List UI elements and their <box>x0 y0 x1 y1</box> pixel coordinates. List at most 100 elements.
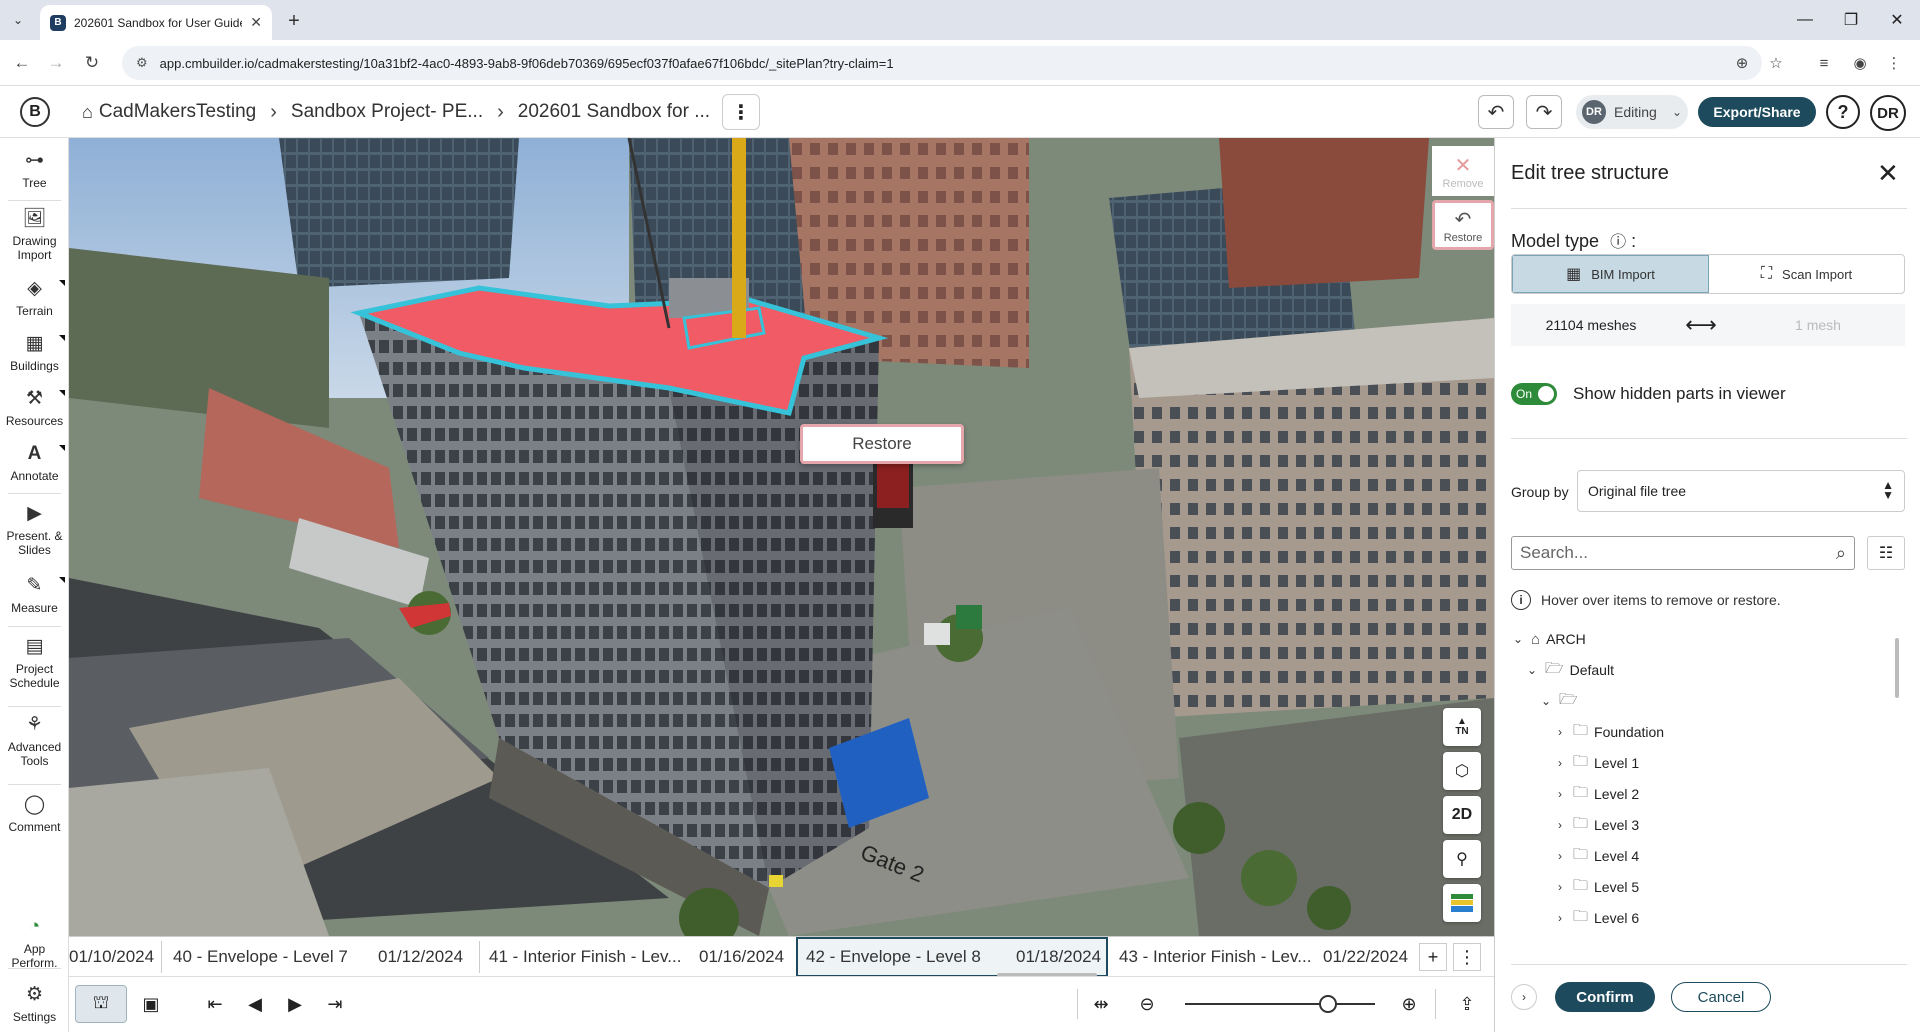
group-by-select[interactable]: Original file tree ▲ ▼ <box>1577 470 1905 512</box>
timeline-add-button[interactable]: + <box>1419 943 1447 971</box>
chevron-right-icon[interactable]: › <box>1553 911 1567 925</box>
zoom-out-button[interactable]: ⊖ <box>1127 985 1167 1023</box>
sidebar-item-resources[interactable]: ⚒ Resources <box>0 388 69 428</box>
bookmark-star-icon[interactable]: ☆ <box>1764 51 1788 75</box>
zoom-page-icon[interactable]: ⊕ <box>1730 51 1754 75</box>
cancel-button[interactable]: Cancel <box>1671 982 1771 1012</box>
breadcrumb-org[interactable]: CadMakersTesting <box>99 101 256 123</box>
timeline-item[interactable]: 41 - Interior Finish - Lev... 01/16/2024 <box>489 937 789 976</box>
upload-button[interactable]: ⇪ <box>1447 985 1487 1023</box>
profile-icon[interactable]: ◉ <box>1848 51 1872 75</box>
restore-tool-button[interactable]: ↶ Restore <box>1432 200 1494 250</box>
chevron-down-icon[interactable]: ⌄ <box>1525 663 1539 677</box>
chevron-right-icon[interactable]: › <box>1553 849 1567 863</box>
user-avatar[interactable]: DR <box>1870 95 1906 131</box>
tree-item-level-3[interactable]: › 🗀 Level 3 <box>1553 812 1639 838</box>
mode-2d-button[interactable]: 2D <box>1443 796 1481 834</box>
step-back-button[interactable]: ◀ <box>235 985 275 1023</box>
more-options-button[interactable]: ⋮ <box>722 94 760 130</box>
tree-scrollbar[interactable] <box>1895 628 1900 938</box>
breadcrumb-project[interactable]: Sandbox Project- PE... <box>291 101 483 123</box>
browser-tab[interactable]: B 202601 Sandbox for User Guide ✕ <box>40 5 272 40</box>
reload-icon[interactable]: ↻ <box>80 51 104 75</box>
media-icon[interactable]: ≡ <box>1812 51 1836 75</box>
chevron-down-icon[interactable]: ⌄ <box>1511 632 1525 646</box>
tree-item-level-2[interactable]: › 🗀 Level 2 <box>1553 781 1639 807</box>
sidebar-item-settings[interactable]: ⚙ Settings <box>0 984 69 1024</box>
sidebar-item-slides[interactable]: ▶ Present. & Slides <box>0 503 69 558</box>
sidebar-item-advanced-tools[interactable]: ⚘ Advanced Tools <box>0 714 69 769</box>
chevron-right-icon[interactable]: › <box>1553 880 1567 894</box>
close-window-icon[interactable]: ✕ <box>1874 6 1920 34</box>
filter-list-button[interactable]: ☷ <box>1867 536 1905 570</box>
presentation-mode-button[interactable]: ▣ <box>131 985 171 1023</box>
close-icon[interactable]: ✕ <box>1877 158 1899 189</box>
scan-import-option[interactable]: ⛶ Scan Import <box>1709 255 1904 293</box>
editing-dropdown[interactable]: DR Editing ⌄ <box>1576 95 1688 129</box>
browser-menu-icon[interactable]: ⋮ <box>1882 51 1906 75</box>
expand-panel-button[interactable]: › <box>1511 984 1537 1010</box>
tree-item-foundation[interactable]: › 🗀 Foundation <box>1553 719 1664 745</box>
help-button[interactable]: ? <box>1826 95 1860 129</box>
restore-window-icon[interactable]: ❐ <box>1828 6 1874 34</box>
chevron-right-icon[interactable]: › <box>1553 725 1567 739</box>
confirm-button[interactable]: Confirm <box>1555 982 1655 1012</box>
undo-button[interactable]: ↶ <box>1478 95 1514 129</box>
timeline-item-selected[interactable]: 42 - Envelope - Level 8 01/18/2024 <box>796 937 1108 976</box>
sidebar-item-measure[interactable]: ✎ Measure <box>0 575 69 615</box>
sidebar-item-buildings[interactable]: ▦ Buildings <box>0 333 69 373</box>
tree-item-unnamed-folder[interactable]: ⌄ 🗁 <box>1539 688 1584 714</box>
search-icon[interactable]: ⌕ <box>1836 543 1846 564</box>
timeline-item[interactable]: 43 - Interior Finish - Lev... 01/22/2024 <box>1119 937 1419 976</box>
compass-button[interactable]: ▲ TN <box>1443 708 1481 746</box>
chevron-right-icon[interactable]: › <box>1553 756 1567 770</box>
chevron-right-icon[interactable]: › <box>1553 818 1567 832</box>
sidebar-item-app-performance[interactable]: ◔ App Perform. <box>0 916 69 971</box>
tab-close-icon[interactable]: ✕ <box>250 14 262 31</box>
new-tab-icon[interactable]: + <box>282 9 306 33</box>
chevron-right-icon[interactable]: › <box>1553 787 1567 801</box>
sidebar-item-comment[interactable]: ◯ Comment <box>0 794 69 834</box>
address-bar[interactable]: ⚙ app.cmbuilder.io/cadmakerstesting/10a3… <box>122 46 1762 80</box>
tree-item-level-1[interactable]: › 🗀 Level 1 <box>1553 750 1639 776</box>
tree-scrollbar-thumb[interactable] <box>1895 638 1899 698</box>
sidebar-item-drawing-import[interactable]: 🖼 Drawing Import <box>0 208 69 263</box>
site-plan-mode-button[interactable]: ⛫ <box>75 985 127 1023</box>
play-button[interactable]: ▶ <box>275 985 315 1023</box>
fit-timeline-button[interactable]: ⇹ <box>1081 985 1121 1023</box>
back-icon[interactable]: ← <box>10 51 34 75</box>
timeline-item[interactable]: 40 - Envelope - Level 7 01/12/2024 <box>173 937 473 976</box>
redo-button[interactable]: ↷ <box>1526 95 1562 129</box>
skip-to-start-button[interactable]: ⇤ <box>195 985 235 1023</box>
minimize-icon[interactable]: — <box>1782 6 1828 34</box>
layers-button[interactable] <box>1443 884 1481 922</box>
bim-import-option[interactable]: ▦ BIM Import <box>1512 255 1709 293</box>
sidebar-item-annotate[interactable]: A Annotate <box>0 443 69 483</box>
pedestrian-view-button[interactable]: ⚲ <box>1443 840 1481 878</box>
chevron-down-icon[interactable]: ⌄ <box>1539 694 1553 708</box>
zoom-slider-track[interactable] <box>1185 1003 1375 1005</box>
search-input[interactable] <box>1520 543 1836 563</box>
tree-item-level-6[interactable]: › 🗀 Level 6 <box>1553 905 1639 931</box>
3d-viewer[interactable]: Gate 2 Restore ✕ Remove ↶ Restore ▲ TN ⬡… <box>69 138 1494 936</box>
export-share-button[interactable]: Export/Share <box>1698 97 1816 127</box>
timeline-more-button[interactable]: ⋮ <box>1453 943 1481 971</box>
sidebar-item-terrain[interactable]: ◈ Terrain <box>0 278 69 318</box>
timeline-item[interactable]: 01/10/2024 <box>69 937 159 976</box>
sidebar-item-tree[interactable]: ⊶ Tree <box>0 150 69 190</box>
restore-tooltip[interactable]: Restore <box>800 424 964 464</box>
tree-item-level-5[interactable]: › 🗀 Level 5 <box>1553 874 1639 900</box>
zoom-slider-knob[interactable] <box>1318 995 1337 1013</box>
site-info-icon[interactable]: ⚙ <box>136 55 148 71</box>
tree-item-default[interactable]: ⌄ 🗁 Default <box>1525 657 1614 683</box>
home-icon[interactable]: ⌂ <box>82 102 93 123</box>
info-icon[interactable]: ⓘ <box>1610 234 1626 251</box>
forward-icon[interactable]: → <box>44 51 68 75</box>
sidebar-item-schedule[interactable]: ▤ Project Schedule <box>0 636 69 691</box>
tab-search-chevron-icon[interactable]: ⌄ <box>6 8 30 32</box>
app-logo[interactable]: B <box>20 97 50 127</box>
tree-item-arch[interactable]: ⌄ ⌂ ARCH <box>1511 626 1586 652</box>
show-hidden-toggle[interactable]: On <box>1511 383 1557 405</box>
zoom-in-button[interactable]: ⊕ <box>1389 985 1429 1023</box>
breadcrumb-site[interactable]: 202601 Sandbox for ... <box>518 101 710 123</box>
